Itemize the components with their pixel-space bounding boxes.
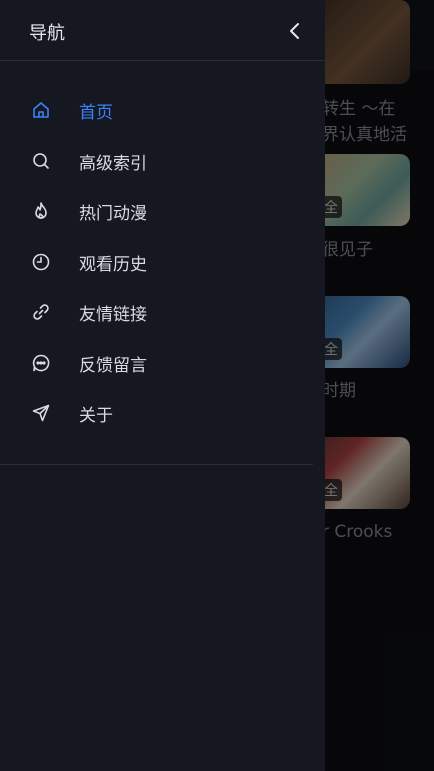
nav-item-home[interactable]: 首页	[0, 85, 313, 135]
divider	[0, 464, 313, 465]
nav-item-about[interactable]: 关于	[0, 388, 313, 438]
nav-item-advanced-search[interactable]: 高级索引	[0, 136, 313, 186]
home-icon	[33, 102, 49, 118]
search-icon	[33, 153, 49, 169]
drawer-header: 导航	[0, 0, 325, 61]
nav-label: 观看历史	[79, 255, 147, 275]
nav-label: 高级索引	[79, 154, 147, 174]
nav-item-links[interactable]: 友情链接	[0, 287, 313, 337]
flame-icon	[35, 202, 47, 219]
nav-label: 热门动漫	[79, 204, 147, 224]
message-icon	[32, 354, 50, 372]
nav-label: 首页	[79, 103, 113, 123]
nav-item-history[interactable]: 观看历史	[0, 237, 313, 287]
drawer-title: 导航	[29, 23, 65, 44]
navigation-drawer: 导航 首页 高级索引 热门动漫 观看历史 友情链接 反馈留言 关于	[0, 0, 325, 771]
nav-label: 关于	[79, 406, 113, 426]
chevron-left-icon	[290, 23, 299, 39]
close-drawer-button[interactable]	[284, 20, 306, 42]
nav-label: 反馈留言	[79, 356, 147, 376]
nav-label: 友情链接	[79, 305, 147, 325]
clock-icon	[32, 253, 50, 271]
nav-item-feedback[interactable]: 反馈留言	[0, 338, 313, 388]
nav-item-trending[interactable]: 热门动漫	[0, 186, 313, 236]
send-icon	[32, 404, 50, 422]
link-icon	[33, 304, 49, 320]
